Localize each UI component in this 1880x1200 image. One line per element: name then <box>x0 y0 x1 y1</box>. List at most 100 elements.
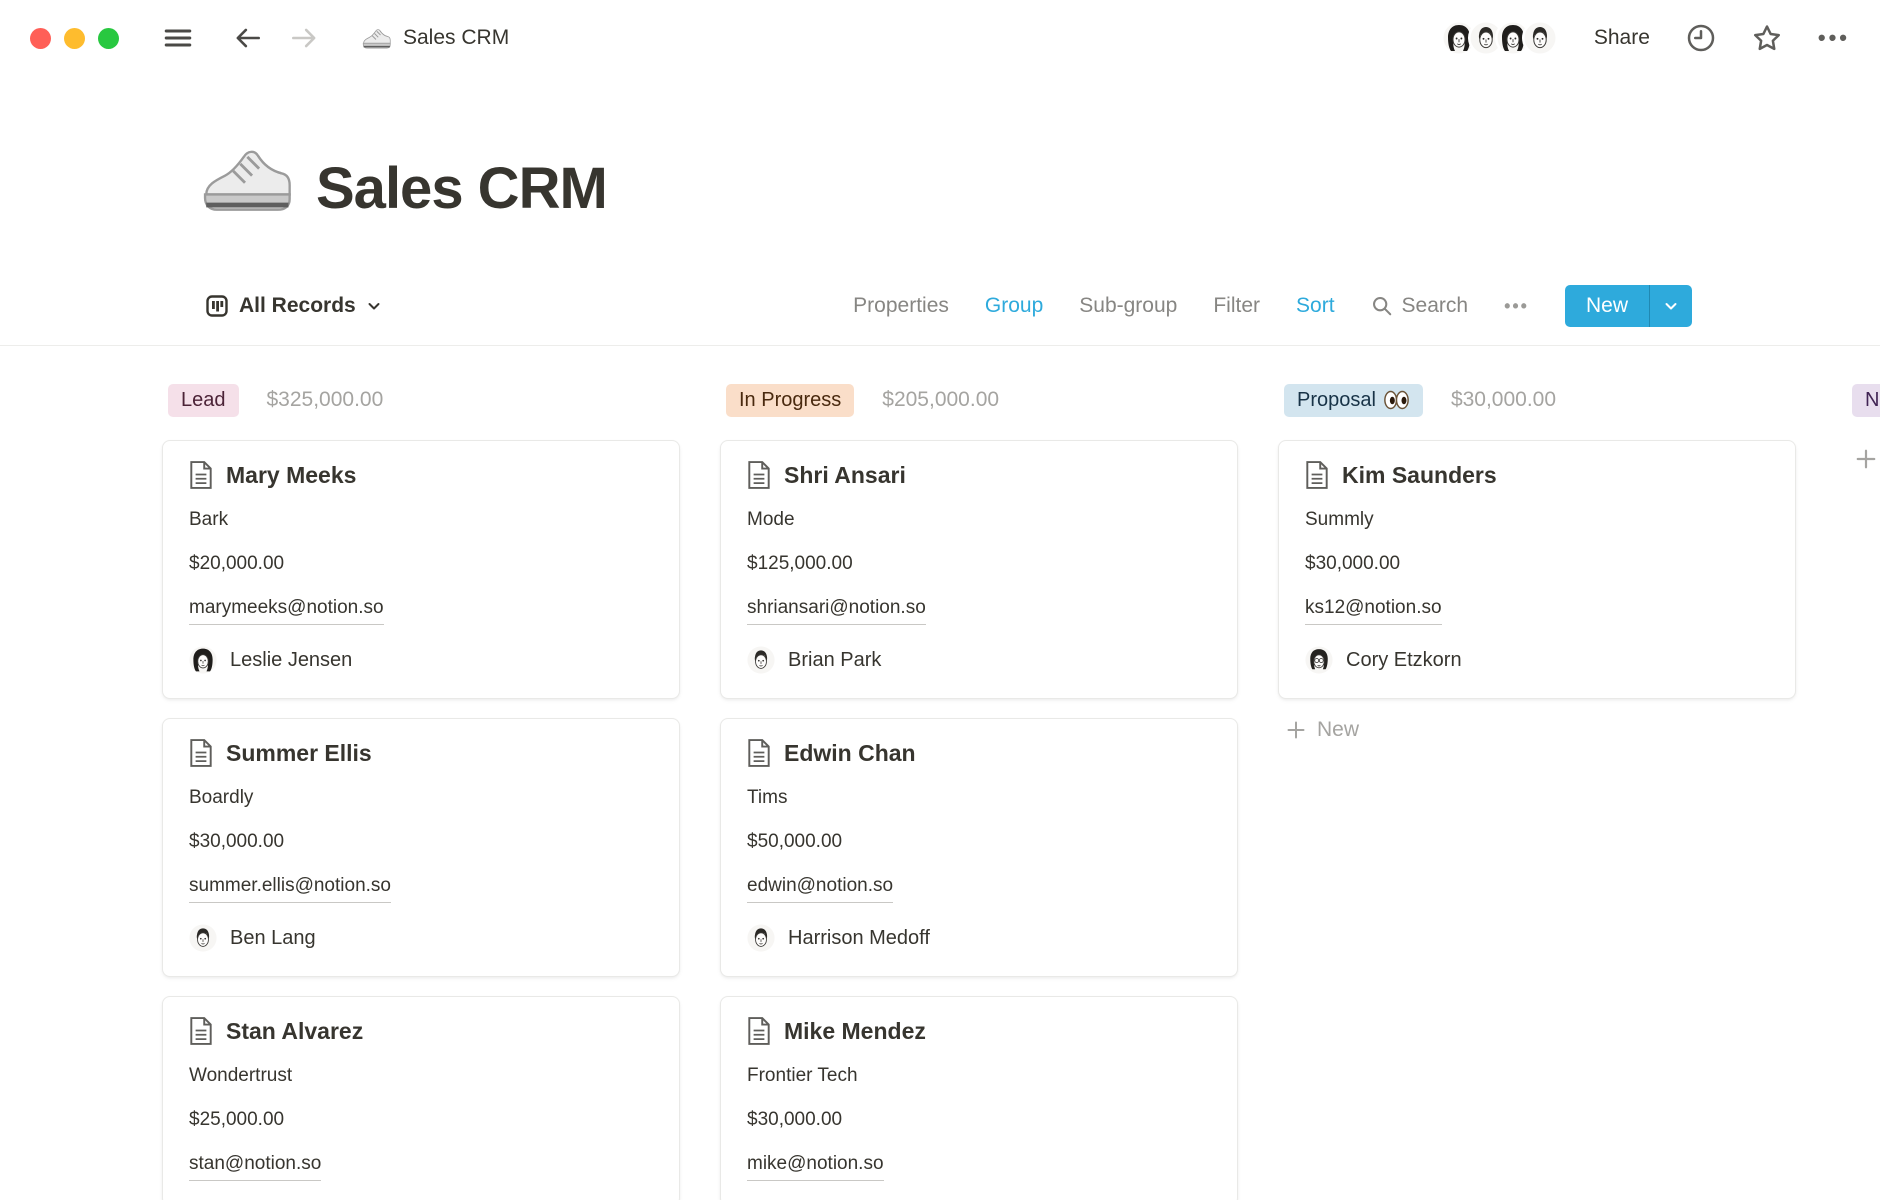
card-email-link[interactable]: shriansari@notion.so <box>747 595 926 625</box>
card-summer-ellis[interactable]: Summer Ellis Boardly $30,000.00 summer.e… <box>162 718 680 977</box>
card-owner: Leslie Jensen <box>189 646 653 674</box>
back-arrow-icon[interactable] <box>233 23 263 53</box>
card-owner: Ben Lang <box>189 924 653 952</box>
close-window-button[interactable] <box>30 28 51 49</box>
column-sum: $325,000.00 <box>267 388 384 412</box>
chevron-down-icon <box>1663 298 1679 314</box>
status-badge-lead[interactable]: Lead <box>168 384 239 417</box>
new-button-label[interactable]: New <box>1565 285 1649 327</box>
plus-icon <box>1286 720 1306 740</box>
updates-clock-icon[interactable] <box>1686 23 1716 53</box>
board-column-in-progress: In Progress $205,000.00 Shri Ansari Mode… <box>720 382 1238 1200</box>
sort-button[interactable]: Sort <box>1296 294 1335 318</box>
sneaker-emoji-icon <box>361 23 391 53</box>
view-name: All Records <box>239 294 356 318</box>
card-company: Boardly <box>189 785 653 811</box>
owner-name: Ben Lang <box>230 927 316 950</box>
card-company: Bark <box>189 507 653 533</box>
card-email-link[interactable]: ks12@notion.so <box>1305 595 1442 625</box>
card-amount: $30,000.00 <box>189 829 653 855</box>
chevron-down-icon <box>366 298 382 314</box>
view-switcher[interactable]: All Records <box>205 294 382 318</box>
more-options-icon[interactable]: ••• <box>1818 25 1850 51</box>
owner-avatar <box>1305 646 1333 674</box>
card-company: Summly <box>1305 507 1769 533</box>
column-header: In Progress $205,000.00 <box>720 382 1238 418</box>
owner-avatar <box>189 924 217 952</box>
owner-avatar <box>747 646 775 674</box>
card-edwin-chan[interactable]: Edwin Chan Tims $50,000.00 edwin@notion.… <box>720 718 1238 977</box>
card-amount: $20,000.00 <box>189 551 653 577</box>
owner-avatar <box>189 646 217 674</box>
status-badge-truncated[interactable]: N <box>1852 384 1880 417</box>
eyes-emoji-icon <box>1383 390 1410 410</box>
card-name: Summer Ellis <box>226 740 372 767</box>
filter-button[interactable]: Filter <box>1213 294 1260 318</box>
card-amount: $50,000.00 <box>747 829 1211 855</box>
new-button-dropdown[interactable] <box>1649 285 1692 327</box>
card-email-link[interactable]: marymeeks@notion.so <box>189 595 384 625</box>
favorite-star-icon[interactable] <box>1752 23 1782 53</box>
page-icon <box>747 461 771 489</box>
minimize-window-button[interactable] <box>64 28 85 49</box>
card-mike-mendez[interactable]: Mike Mendez Frontier Tech $30,000.00 mik… <box>720 996 1238 1200</box>
card-shri-ansari[interactable]: Shri Ansari Mode $125,000.00 shriansari@… <box>720 440 1238 699</box>
card-kim-saunders[interactable]: Kim Saunders Summly $30,000.00 ks12@noti… <box>1278 440 1796 699</box>
window-controls <box>30 28 119 49</box>
forward-arrow-icon[interactable] <box>289 23 319 53</box>
owner-name: Harrison Medoff <box>788 927 930 950</box>
card-email-link[interactable]: stan@notion.so <box>189 1151 321 1181</box>
add-card-button[interactable]: New <box>1278 718 1796 742</box>
status-badge-in-progress[interactable]: In Progress <box>726 384 854 417</box>
card-name: Mary Meeks <box>226 462 356 489</box>
owner-name: Cory Etzkorn <box>1346 649 1462 672</box>
add-card-label: New <box>1317 718 1359 742</box>
card-owner: Harrison Medoff <box>747 924 1211 952</box>
card-name: Stan Alvarez <box>226 1018 363 1045</box>
page-icon <box>189 461 213 489</box>
card-email-link[interactable]: summer.ellis@notion.so <box>189 873 391 903</box>
card-mary-meeks[interactable]: Mary Meeks Bark $20,000.00 marymeeks@not… <box>162 440 680 699</box>
sidebar-menu-icon[interactable] <box>163 23 193 53</box>
share-button[interactable]: Share <box>1594 26 1650 50</box>
card-email-link[interactable]: edwin@notion.so <box>747 873 893 903</box>
sub-group-button[interactable]: Sub-group <box>1079 294 1177 318</box>
card-amount: $30,000.00 <box>1305 551 1769 577</box>
column-sum: $205,000.00 <box>882 388 999 412</box>
page-title: Sales CRM <box>316 160 607 224</box>
collaborator-avatars[interactable] <box>1441 20 1558 56</box>
card-email-link[interactable]: mike@notion.so <box>747 1151 884 1181</box>
view-more-options-icon[interactable]: ••• <box>1504 296 1529 317</box>
group-button[interactable]: Group <box>985 294 1043 318</box>
card-name: Mike Mendez <box>784 1018 926 1045</box>
add-card-plus-icon[interactable] <box>1855 448 1877 470</box>
window-titlebar: Sales CRM Share ••• <box>0 0 1880 76</box>
card-owner: Cory Etzkorn <box>1305 646 1769 674</box>
status-label: Proposal <box>1297 389 1376 412</box>
card-amount: $25,000.00 <box>189 1107 653 1133</box>
zoom-window-button[interactable] <box>98 28 119 49</box>
new-record-button[interactable]: New <box>1565 285 1692 327</box>
collaborator-avatar[interactable] <box>1522 20 1558 56</box>
page-icon <box>747 1017 771 1045</box>
page-icon <box>189 1017 213 1045</box>
owner-name: Brian Park <box>788 649 881 672</box>
search-button[interactable]: Search <box>1371 294 1469 318</box>
properties-button[interactable]: Properties <box>853 294 949 318</box>
page-icon <box>1305 461 1329 489</box>
card-company: Frontier Tech <box>747 1063 1211 1089</box>
owner-name: Leslie Jensen <box>230 649 352 672</box>
card-stan-alvarez[interactable]: Stan Alvarez Wondertrust $25,000.00 stan… <box>162 996 680 1200</box>
card-amount: $125,000.00 <box>747 551 1211 577</box>
breadcrumb-doc-title[interactable]: Sales CRM <box>361 23 509 53</box>
column-header: Proposal $30,000.00 <box>1278 382 1796 418</box>
page-sneaker-emoji-icon[interactable] <box>198 132 292 224</box>
search-label: Search <box>1402 294 1469 318</box>
board-column-truncated: N <box>1836 382 1880 470</box>
status-badge-proposal[interactable]: Proposal <box>1284 384 1423 417</box>
view-toolbar: All Records Properties Group Sub-group F… <box>205 282 1692 330</box>
card-name: Edwin Chan <box>784 740 916 767</box>
board-column-proposal: Proposal $30,000.00 Kim Saunders Summly … <box>1278 382 1796 742</box>
doc-title-text: Sales CRM <box>403 26 509 50</box>
card-owner: Brian Park <box>747 646 1211 674</box>
